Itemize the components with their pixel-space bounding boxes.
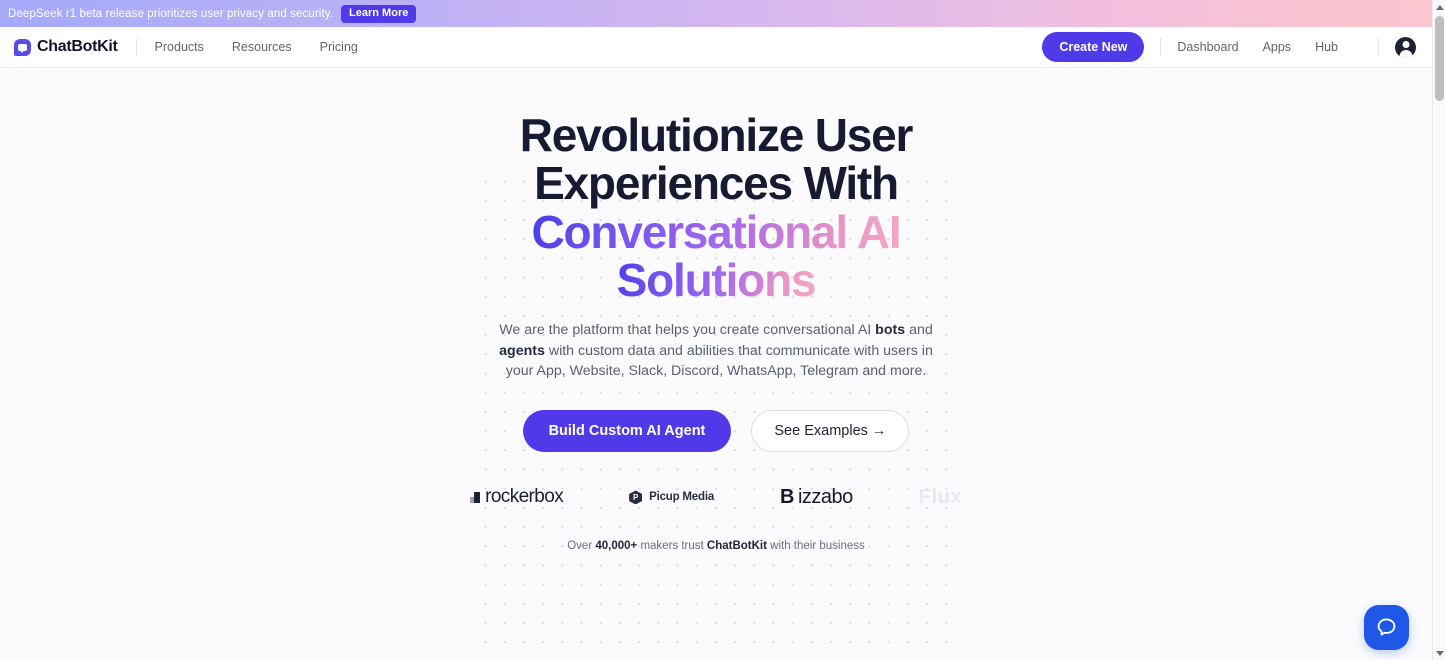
subtitle-part-2: and [905, 322, 933, 339]
headline-line-2: Experiences With [534, 157, 899, 210]
trust-brand: ChatBotKit [706, 539, 767, 552]
nav-link-products[interactable]: Products [155, 40, 204, 54]
brand-logo[interactable]: ChatBotKit [14, 38, 118, 56]
scrollbar-thumb[interactable] [1435, 16, 1444, 101]
hero-subtitle: We are the platform that helps you creat… [490, 320, 942, 382]
navbar-right-divider-1 [1160, 38, 1162, 56]
chat-launcher-button[interactable] [1364, 605, 1409, 650]
scrollbar-up-arrow[interactable] [1433, 0, 1445, 14]
subtitle-part-1: We are the platform that helps you creat… [499, 322, 876, 339]
logo-picup-media[interactable]: P Picup Media [629, 490, 715, 505]
user-avatar[interactable] [1395, 36, 1416, 58]
headline-line-1: Revolutionize User [519, 109, 914, 161]
logo-picup-label: Picup Media [649, 491, 715, 504]
customer-logo-row: rockerbox P Picup Media Bizzabo Flux [470, 486, 961, 509]
main-navbar: ChatBotKit Products Resources Pricing Cr… [0, 27, 1432, 68]
page-title: Revolutionize User Experiences With Conv… [456, 111, 976, 304]
trust-prefix: Over [567, 539, 596, 552]
trust-middle: makers trust [637, 539, 707, 552]
subtitle-bold-bots: bots [875, 322, 906, 339]
subtitle-part-3: with custom data and abilities that comm… [505, 342, 933, 380]
navbar-right-divider-2 [1378, 38, 1379, 56]
logo-flux-label: Flux [918, 485, 962, 508]
nav-link-apps[interactable]: Apps [1263, 40, 1292, 54]
browser-scrollbar[interactable] [1432, 0, 1445, 660]
trust-suffix: with their business [766, 539, 865, 552]
see-examples-button[interactable]: See Examples → [751, 409, 910, 452]
learn-more-button[interactable]: Learn More [341, 4, 417, 23]
build-custom-ai-agent-button[interactable]: Build Custom AI Agent [522, 409, 732, 452]
brand-name: ChatBotKit [37, 38, 118, 55]
logo-flux[interactable]: Flux [919, 486, 962, 509]
announcement-message: DeepSeek r1 beta release prioritizes use… [8, 7, 334, 20]
logo-rockerbox[interactable]: rockerbox [470, 486, 564, 508]
bizzabo-b-icon: B [780, 485, 794, 508]
trust-count: 40,000+ [595, 539, 638, 552]
rockerbox-mark-icon [470, 491, 481, 503]
navbar-divider [135, 38, 137, 56]
picup-hexagon-icon: P [629, 490, 643, 505]
nav-link-resources[interactable]: Resources [232, 40, 292, 54]
nav-link-pricing[interactable]: Pricing [320, 40, 358, 54]
social-proof-text: Over 40,000+ makers trust ChatBotKit wit… [567, 540, 865, 552]
announcement-banner: DeepSeek r1 beta release prioritizes use… [0, 0, 1432, 27]
nav-link-hub[interactable]: Hub [1315, 40, 1338, 54]
create-new-button[interactable]: Create New [1042, 32, 1145, 62]
scrollbar-down-arrow[interactable] [1433, 646, 1445, 660]
subtitle-bold-agents: agents [499, 342, 545, 359]
hero-section: Revolutionize User Experiences With Conv… [0, 68, 1432, 660]
browser-viewport: DeepSeek r1 beta release prioritizes use… [0, 0, 1432, 660]
headline-gradient-line-2: Solutions [616, 253, 817, 306]
logo-bizzabo-label: izzabo [797, 485, 853, 508]
chat-bubble-icon [1377, 618, 1396, 636]
headline-gradient-line-1: Conversational AI [531, 205, 902, 258]
nav-link-dashboard[interactable]: Dashboard [1177, 40, 1238, 54]
chatbotkit-logo-icon [14, 38, 31, 56]
logo-bizzabo[interactable]: Bizzabo [780, 486, 853, 509]
logo-rockerbox-label: rockerbox [485, 486, 564, 508]
hero-cta-row: Build Custom AI Agent See Examples → [522, 409, 910, 452]
